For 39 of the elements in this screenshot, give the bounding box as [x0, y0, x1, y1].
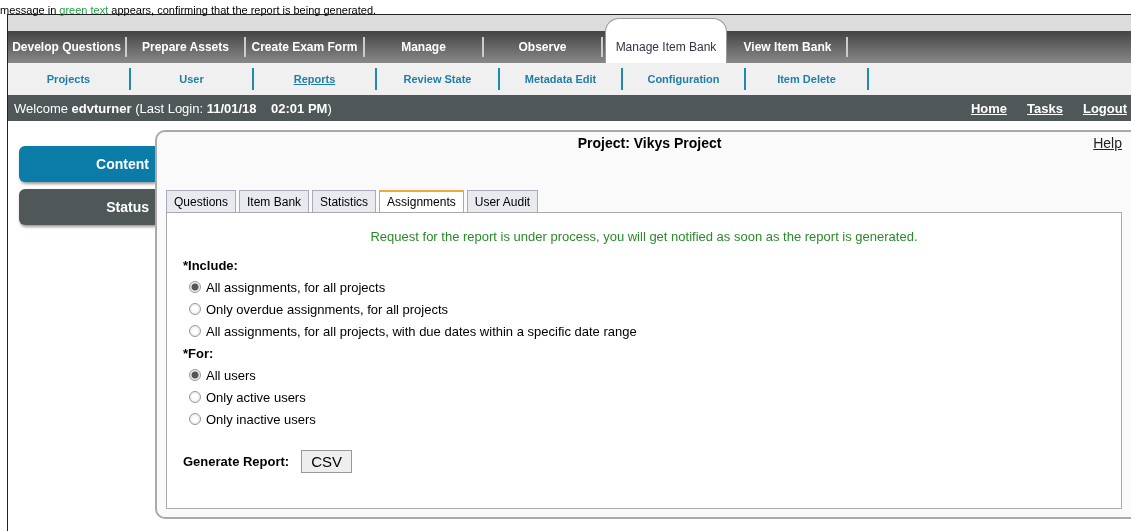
caption-text: message in green text appears, confirming that the report is being generated. [0, 4, 377, 16]
subnav-link[interactable]: Review State [377, 68, 500, 90]
nav-tab[interactable]: Create Exam Form [246, 37, 365, 57]
sidebar-button[interactable]: Content [19, 146, 155, 182]
option-label: Only active users [206, 389, 306, 405]
option-label: Only overdue assignments, for all projects [206, 301, 449, 317]
group-label: *For: [183, 346, 215, 361]
option-label: Only inactive users [206, 411, 316, 427]
nav-tab[interactable]: Manage [365, 37, 484, 57]
header-link[interactable]: Home [970, 100, 1008, 116]
nav-tab[interactable]: Develop Questions [8, 37, 127, 57]
report-tab[interactable]: Assignments [379, 190, 464, 212]
subnav-link[interactable]: Item Delete [746, 68, 869, 90]
status-message: Request for the report is under process, you will get notified as soon as the report is generated. [369, 229, 919, 244]
report-tab[interactable]: Questions [166, 190, 237, 212]
subnav-link[interactable]: User [131, 68, 254, 90]
group-label: *Include: [183, 258, 239, 273]
help-link[interactable]: Help [1093, 135, 1122, 151]
header-link[interactable]: Tasks [1027, 100, 1063, 116]
option-label: All assignments, for all projects [206, 279, 386, 295]
report-tab[interactable]: User Audit [466, 190, 539, 212]
nav-tab[interactable]: Observe [484, 37, 603, 57]
report-tab[interactable]: Item Bank [239, 190, 310, 212]
welcome-text: Welcome edvturner (Last Login: 11/01/18 02:01 PM) [14, 100, 332, 116]
csv-button[interactable]: CSV [301, 450, 353, 473]
option-label: All assignments, for all projects, with due dates within a specific date range [206, 323, 637, 339]
subnav-link[interactable]: Projects [8, 68, 131, 90]
subnav-link[interactable]: Reports [254, 68, 377, 90]
nav-tab[interactable]: View Item Bank [729, 37, 848, 57]
project-title: Project: Vikys Project [576, 135, 723, 151]
subnav-link[interactable]: Configuration [623, 68, 746, 90]
generate-label: Generate Report: [183, 454, 290, 469]
nav-tab[interactable]: Prepare Assets [127, 37, 246, 57]
header-link[interactable]: Logout [1082, 100, 1127, 116]
subnav-link[interactable]: Metadata Edit [500, 68, 623, 90]
option-label: All users [206, 367, 256, 383]
report-tab[interactable]: Statistics [312, 190, 377, 212]
nav-tab[interactable]: Manage Item Bank [605, 18, 727, 63]
sidebar-button[interactable]: Status [19, 189, 155, 225]
